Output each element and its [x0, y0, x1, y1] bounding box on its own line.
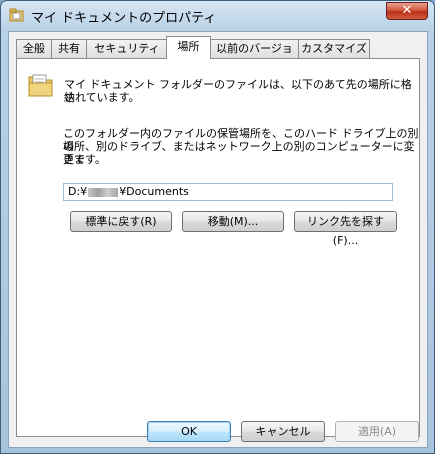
tab-previous-versions[interactable]: 以前のバージョン — [210, 39, 299, 73]
tab-sharing[interactable]: 共有 — [51, 39, 87, 58]
close-button[interactable]: ✕ — [386, 2, 428, 20]
apply-button[interactable]: 適用(A) — [335, 421, 419, 442]
path-suffix: ¥Documents — [119, 185, 189, 198]
redacted-username — [88, 187, 119, 197]
move-info-line2: 場所、別のドライブ、またはネットワーク上の別のコンピューターに変更で — [63, 140, 415, 166]
location-path-input[interactable]: D:¥ ¥Documents — [63, 183, 393, 201]
find-target-button[interactable]: リンク先を探す(F)... — [294, 211, 397, 247]
folder-icon — [9, 8, 24, 22]
tab-security[interactable]: セキュリティ — [86, 39, 168, 58]
dialog-body: 全般 共有 セキュリティ 場所 以前のバージョン カスタマイズ マイ ドキュメン… — [8, 31, 428, 448]
tab-location[interactable]: 場所 — [166, 36, 211, 59]
title-bar[interactable]: マイ ドキュメントのプロパティ ✕ — [1, 1, 434, 31]
move-button[interactable]: 移動(M)... — [182, 211, 284, 232]
cancel-button[interactable]: キャンセル — [241, 421, 325, 442]
location-description-line2: されています。 — [64, 91, 140, 104]
documents-folder-icon — [28, 74, 53, 97]
restore-default-button[interactable]: 標準に戻す(R) — [70, 211, 172, 232]
ok-button[interactable]: OK — [147, 421, 231, 442]
properties-window: マイ ドキュメントのプロパティ ✕ 全般 共有 セキュリティ 場所 以前のバージ… — [0, 0, 435, 454]
tab-customize[interactable]: カスタマイズ — [298, 39, 370, 58]
path-prefix: D:¥ — [68, 185, 88, 198]
tab-general[interactable]: 全般 — [16, 39, 52, 58]
move-info-line3: きます。 — [63, 153, 106, 166]
close-icon: ✕ — [401, 3, 413, 18]
window-title: マイ ドキュメントのプロパティ — [31, 11, 217, 26]
location-panel: マイ ドキュメント フォルダーのファイルは、以下のあて先の場所に格納 されていま… — [16, 58, 420, 437]
